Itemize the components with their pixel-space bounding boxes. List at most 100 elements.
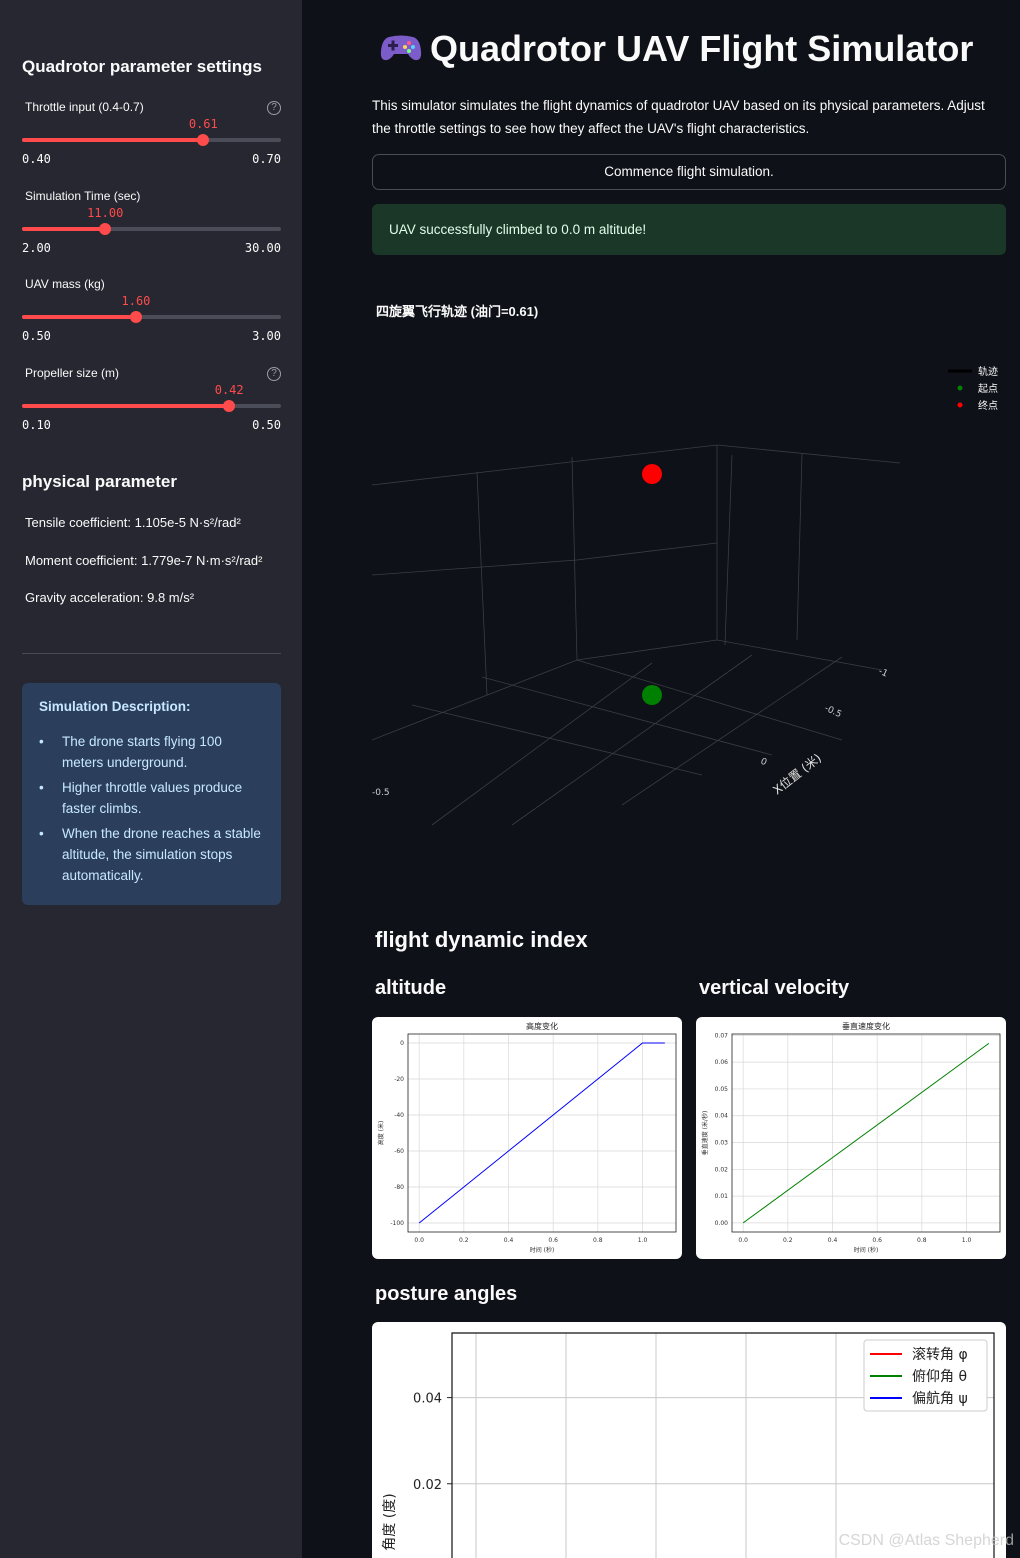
posture-angles-heading: posture angles [375,1283,518,1305]
x-tick-label: 0.8 [917,1237,927,1244]
physical-parameter-heading: physical parameter [22,472,177,491]
simulation-time-slider[interactable]: Simulation Time (sec) 11.00 2.00 30.00 [22,189,281,269]
slider-thumb[interactable] [197,134,210,146]
y-axis-label: 垂直速度 (米/秒) [701,1111,709,1156]
flight-dynamics-heading: flight dynamic index [375,927,588,952]
help-icon[interactable]: ? [267,367,281,381]
slider-max: 3.00 [252,329,281,343]
slider-min: 2.00 [22,241,51,255]
x-tick-label: 0.0 [414,1237,424,1244]
sidebar: Quadrotor parameter settings Throttle in… [0,0,302,1558]
y-tick-label: 0.04 [413,1392,442,1407]
list-item: Higher throttle values produce faster cl… [39,777,264,819]
throttle-slider[interactable]: Throttle input (0.4-0.7) ? 0.61 0.40 0.7… [22,100,281,180]
uav-mass-slider[interactable]: UAV mass (kg) 1.60 0.50 3.00 [22,277,281,357]
legend-label: 滚转角 φ [912,1346,968,1363]
slider-track[interactable] [22,311,281,323]
watermark: CSDN @Atlas Shepherd [838,1532,1014,1549]
3d-grid [372,444,901,826]
y-tick-label: -100 [390,1220,404,1227]
throttle-slider-value: 0.61 [188,117,218,131]
tick-label: 0 [759,757,769,769]
slider-min: 0.10 [22,418,51,432]
vertical-velocity-heading: vertical velocity [699,977,850,999]
start-point-marker [642,685,662,705]
list-item: When the drone reaches a stable altitude… [39,823,264,886]
y-tick-label: 0.02 [715,1166,729,1173]
propeller-size-slider-label: Propeller size (m) [25,366,120,380]
end-point-marker [642,464,662,484]
y-tick-label: 0 [400,1040,404,1047]
propeller-size-slider-value: 0.42 [214,383,244,397]
series-line [418,1042,665,1224]
success-alert: UAV successfully climbed to 0.0 m altitu… [372,204,1006,255]
slider-max: 30.00 [244,241,281,255]
x-axis-label: X位置 (米) [770,750,824,797]
y-tick-label: 0.03 [715,1140,729,1147]
x-axis-label: 时间 (秒) [530,1246,555,1254]
legend-start: 起点 [978,383,998,395]
sidebar-title: Quadrotor parameter settings [22,57,262,76]
slider-track[interactable] [22,223,281,235]
x-tick-label: 0.4 [828,1237,838,1244]
y-axis-label: 高度 (米) [377,1121,385,1146]
simulation-description-title: Simulation Description: [39,699,191,714]
x-tick-label: 1.0 [638,1237,648,1244]
simulation-description-box: Simulation Description: The drone starts… [22,683,281,905]
tensile-coefficient: Tensile coefficient: 1.105e-5 N·s²/rad² [25,515,241,530]
x-tick-label: 0.2 [459,1237,469,1244]
altitude-chart: 高度变化 0.0 0.2 0.4 0.6 0.8 1.0 0 -20 -40 -60 -80 -100 时… [377,1021,677,1254]
slider-thumb[interactable] [129,311,142,323]
slider-min: 0.40 [22,152,51,166]
y-tick-label: 0.05 [715,1086,729,1093]
y-tick-label: -20 [394,1076,404,1083]
legend-label: 俯仰角 θ [912,1369,967,1385]
slider-track[interactable] [22,400,281,412]
y-tick-label: -60 [394,1148,404,1155]
y-tick-label: 0.06 [715,1059,729,1066]
help-icon[interactable]: ? [267,101,281,115]
legend-end-swatch [957,402,963,408]
posture-angles-chart: 0.040.020.00角度 (度)滚转角 φ俯仰角 θ偏航角 ψ [382,1332,995,1558]
list-item: The drone starts flying 100 meters under… [39,731,264,773]
legend-trajectory: 轨迹 [978,365,998,378]
x-tick-label: 1.0 [962,1237,972,1244]
page-title-text: Quadrotor UAV Flight Simulator [430,28,974,69]
x-tick-label: 0.2 [783,1237,793,1244]
y-tick-label: -80 [394,1184,404,1191]
y-tick-label: 0.00 [715,1220,729,1227]
posture-angles-chart-panel: 0.040.020.00角度 (度)滚转角 φ俯仰角 θ偏航角 ψ [372,1322,1006,1558]
slider-max: 0.70 [252,152,281,166]
y-tick-label: 0.07 [715,1032,729,1039]
trajectory-legend: 轨迹 起点 终点 [948,365,998,412]
legend-end: 终点 [978,399,998,412]
trajectory-3d-canvas[interactable]: 轨迹 起点 终点 -1 -0.5 0 -0.5 X位置 (米) [372,285,1006,845]
tick-label: -0.5 [372,788,390,798]
vertical-velocity-chart: 垂直速度变化 0.0 0.2 0.4 0.6 0.8 1.0 0.07 0.06 0.05 0.04… [701,1021,1001,1254]
x-tick-label: 0.8 [593,1237,603,1244]
tick-label: -1 [877,667,889,680]
chart-title: 高度变化 [526,1021,558,1031]
uav-mass-slider-value: 1.60 [121,294,151,308]
y-tick-label: 0.01 [715,1193,729,1200]
y-tick-label: -40 [394,1112,404,1119]
altitude-heading: altitude [375,977,447,999]
axes-frame [407,1033,677,1233]
altitude-chart-panel: 高度变化 0.0 0.2 0.4 0.6 0.8 1.0 0 -20 -40 -60 -80 -100 时… [372,1017,682,1259]
slider-track[interactable] [22,134,281,146]
sidebar-divider [22,653,281,654]
trajectory-3d-plot[interactable]: 四旋翼飞行轨迹 (油门=0.61) 轨迹 起点 终点 -1 -0.5 0 -0.… [372,285,1006,845]
slider-min: 0.50 [22,329,51,343]
slider-thumb[interactable] [223,400,236,412]
y-axis-label: 角度 (度) [382,1493,398,1550]
gravity-acceleration: Gravity acceleration: 9.8 m/s² [25,590,195,605]
x-axis-label: 时间 (秒) [854,1246,879,1254]
x-tick-label: 0.6 [872,1237,882,1244]
commence-simulation-button[interactable]: Commence flight simulation. [372,154,1006,190]
tick-label: -0.5 [823,704,843,720]
x-tick-label: 0.0 [738,1237,748,1244]
slider-thumb[interactable] [99,223,112,235]
propeller-size-slider[interactable]: Propeller size (m) ? 0.42 0.10 0.50 [22,366,281,446]
y-tick-label: 0.04 [715,1113,729,1120]
simulation-time-slider-value: 11.00 [87,206,124,220]
